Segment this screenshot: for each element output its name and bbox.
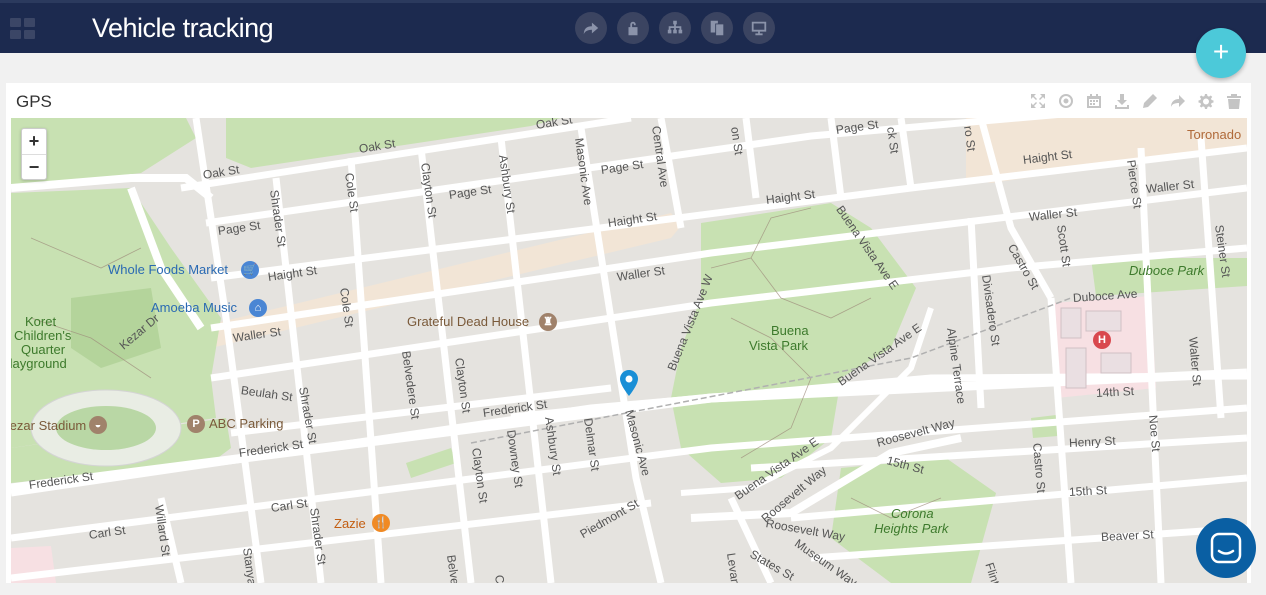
panel-title: GPS	[16, 92, 52, 111]
calendar-icon[interactable]	[1084, 91, 1103, 110]
poi-koret-4: Playground	[11, 356, 67, 371]
street-label: 15th St	[1068, 483, 1108, 499]
poi-grateful-dead-house[interactable]: Grateful Dead House	[407, 314, 529, 329]
page-title: Vehicle tracking	[92, 13, 274, 43]
panel-toolbar	[1028, 91, 1243, 110]
poi-abc-parking[interactable]: ABC Parking	[209, 416, 283, 431]
target-icon[interactable]	[1056, 91, 1075, 110]
poi-koret-3: Quarter	[21, 342, 66, 357]
copy-button[interactable]	[701, 12, 733, 44]
street-label: Cl	[492, 574, 508, 583]
fullscreen-icon[interactable]	[1028, 91, 1047, 110]
poi-amoeba-music[interactable]: Amoeba Music	[151, 300, 237, 315]
share-button[interactable]	[575, 12, 607, 44]
poi-buena-vista-park-2: Vista Park	[749, 338, 809, 353]
settings-icon[interactable]	[1196, 91, 1215, 110]
poi-buena-vista-park-1: Buena	[771, 323, 809, 338]
monitor-icon	[751, 21, 767, 36]
download-icon[interactable]	[1112, 91, 1131, 110]
share-icon[interactable]	[1168, 91, 1187, 110]
copy-icon	[710, 20, 724, 36]
restaurant-icon: 🍴	[372, 514, 390, 532]
poi-koret-1: Koret	[25, 314, 57, 329]
zoom-out-button[interactable]: −	[22, 154, 46, 179]
shopping-bag-icon: ⌂	[249, 299, 267, 317]
gps-map[interactable]: + − Oak St Oak St Oak St Page St Page St…	[11, 118, 1247, 583]
share-icon	[583, 22, 599, 35]
street-label: Henry St	[1068, 433, 1116, 450]
poi-corona-1: Corona	[891, 506, 934, 521]
top-bar: Vehicle tracking	[0, 0, 1266, 53]
poi-kezar-stadium[interactable]: Kezar Stadium	[11, 418, 86, 433]
trash-icon[interactable]	[1224, 91, 1243, 110]
vehicle-location-marker-icon[interactable]	[620, 370, 638, 396]
poi-whole-foods[interactable]: Whole Foods Market	[108, 262, 228, 277]
hierarchy-button[interactable]	[659, 12, 691, 44]
edit-icon[interactable]	[1140, 91, 1159, 110]
parking-icon: P	[187, 415, 205, 433]
poi-koret-2: Children's	[14, 328, 72, 343]
chat-launcher-button[interactable]	[1196, 518, 1256, 578]
shopping-cart-icon: 🛒	[241, 261, 259, 279]
poi-duboce-park: Duboce Park	[1129, 263, 1205, 278]
unlock-button[interactable]	[617, 12, 649, 44]
poi-corona-2: Heights Park	[874, 521, 949, 536]
street-label: Beaver St	[1100, 527, 1154, 544]
stadium-icon: ◒	[89, 416, 107, 434]
apps-grid-icon[interactable]	[10, 18, 36, 40]
zoom-controls: + −	[21, 128, 47, 180]
poi-zazie[interactable]: Zazie	[334, 516, 366, 531]
poi-toronado[interactable]: Toronado	[1187, 127, 1241, 142]
hierarchy-icon	[667, 20, 683, 34]
zoom-in-button[interactable]: +	[22, 129, 46, 154]
gps-panel: GPS + − Oak St Oak St Oak St Page St Pag…	[6, 83, 1251, 583]
landmark-icon: ♜	[539, 313, 557, 331]
monitor-button[interactable]	[743, 12, 775, 44]
unlock-icon	[628, 21, 638, 36]
chat-icon	[1210, 532, 1242, 564]
hospital-icon: H	[1093, 331, 1111, 349]
add-button[interactable]: +	[1196, 28, 1246, 78]
street-label: 14th St	[1095, 384, 1135, 400]
